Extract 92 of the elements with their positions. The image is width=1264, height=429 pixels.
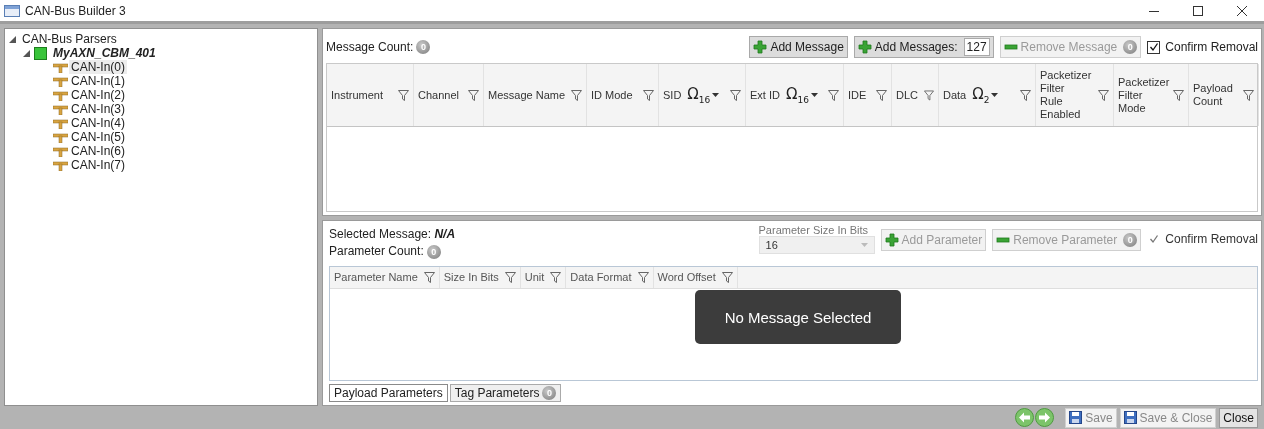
column-header[interactable]: ID Mode (587, 64, 659, 126)
column-header[interactable]: SID Ω$_{16}$ (659, 64, 746, 126)
tree-item[interactable]: CAN-In(7) (69, 158, 127, 172)
filter-icon (721, 272, 733, 283)
count-badge: 0 (416, 40, 431, 55)
column-header[interactable]: Size In Bits (439, 267, 521, 288)
count-badge: 0 (1123, 40, 1138, 54)
caret-icon (991, 93, 999, 97)
column-header[interactable]: Unit (520, 267, 567, 288)
filter-icon (730, 89, 741, 101)
plug-icon (53, 159, 68, 171)
plug-icon (53, 117, 68, 129)
filter-icon (398, 89, 409, 101)
column-header[interactable]: Data Format (566, 267, 654, 288)
count-label: Message Count: (326, 39, 414, 54)
back-icon (1015, 408, 1035, 427)
plug-icon (53, 61, 68, 73)
plus-icon (753, 40, 768, 54)
notification-toast: No Message Selected (695, 290, 901, 344)
field-label: Parameter Size In Bits (758, 224, 869, 236)
check-icon (1148, 234, 1159, 244)
checkbox-label: Confirm Removal (1165, 232, 1258, 246)
column-header[interactable]: Message Name (484, 64, 587, 126)
back-button[interactable] (1015, 408, 1035, 427)
filter-icon (1243, 89, 1254, 101)
filter-icon (924, 89, 934, 101)
instrument-status-icon (34, 46, 47, 60)
tree-item[interactable]: CAN-In(0) (69, 60, 127, 74)
radix-dropdown[interactable]: Ω$_{2}$ (972, 85, 999, 105)
column-header[interactable]: Packetizer Filter Mode (1114, 64, 1189, 126)
caret-icon (810, 93, 818, 97)
column-header[interactable]: Instrument (327, 64, 414, 126)
window-title: CAN-Bus Builder 3 (25, 3, 126, 18)
count-badge: 0 (542, 386, 557, 400)
count-badge: 0 (426, 244, 441, 259)
filter-icon (1020, 89, 1031, 101)
radix-dropdown[interactable]: Ω$_{16}$ (687, 85, 720, 105)
plus-icon (857, 40, 872, 54)
column-header[interactable]: Channel (414, 64, 484, 126)
filter-icon (504, 272, 516, 283)
caret-icon (860, 243, 868, 247)
plus-icon (884, 233, 899, 247)
filter-icon (571, 89, 582, 101)
check-icon (1148, 42, 1159, 52)
checkbox-label: Confirm Removal (1165, 40, 1258, 54)
count-label: Parameter Count: (329, 244, 424, 258)
tree-item[interactable]: CAN-In(5) (69, 130, 127, 144)
tab[interactable]: Payload Parameters (329, 384, 448, 402)
filter-icon (643, 89, 654, 101)
tree-item[interactable]: CAN-In(3) (69, 102, 127, 116)
filter-icon (876, 89, 887, 101)
plug-icon (53, 145, 68, 157)
tree-item[interactable]: MyAXN_CBM_401 (51, 46, 158, 60)
filter-icon (828, 89, 839, 101)
plug-icon (53, 131, 68, 143)
plug-icon (53, 89, 68, 101)
tab[interactable]: Tag Parameters 0 (449, 384, 562, 402)
caret-icon (712, 93, 720, 97)
forward-button[interactable] (1035, 408, 1055, 427)
tree-item[interactable]: CAN-In(4) (69, 116, 127, 130)
plug-icon (53, 75, 68, 87)
toolbar-button[interactable]: Add Message (749, 36, 848, 58)
tree-item[interactable]: CAN-In(2) (69, 88, 127, 102)
column-header[interactable]: DLC (892, 64, 939, 126)
column-header[interactable]: Parameter Name (330, 267, 440, 288)
filter-icon (468, 89, 479, 101)
selected-message-text: Selected Message: N/A (329, 227, 456, 241)
filter-icon (1098, 89, 1109, 101)
close-icon (1237, 5, 1247, 16)
forward-icon (1035, 408, 1055, 427)
filter-icon (637, 272, 649, 283)
column-header[interactable]: Payload Count (1189, 64, 1259, 126)
tree-item[interactable]: CAN-Bus Parsers (20, 32, 119, 46)
count-field[interactable]: 127 (963, 38, 990, 56)
maximize-icon (1193, 5, 1203, 16)
tree-item[interactable]: CAN-In(6) (69, 144, 127, 158)
plug-icon (53, 103, 68, 115)
column-header[interactable]: Packetizer Filter Rule Enabled (1036, 64, 1114, 126)
column-header[interactable]: Word Offset (653, 267, 738, 288)
column-header[interactable]: Ext ID Ω$_{16}$ (746, 64, 844, 126)
filter-icon (423, 272, 435, 283)
column-header[interactable]: IDE (844, 64, 892, 126)
app-window-icon (4, 4, 20, 17)
checkbox[interactable] (1147, 40, 1161, 54)
filter-icon (1173, 89, 1184, 101)
column-header[interactable]: Data Ω$_{2}$ (939, 64, 1036, 126)
footer-button[interactable]: Close (1219, 407, 1258, 428)
radix-dropdown[interactable]: Ω$_{16}$ (785, 85, 818, 105)
toolbar-button[interactable]: Add Messages: 127 (853, 36, 994, 58)
count-badge: 0 (1123, 233, 1138, 247)
filter-icon (550, 272, 562, 283)
tree-item[interactable]: CAN-In(1) (69, 74, 127, 88)
